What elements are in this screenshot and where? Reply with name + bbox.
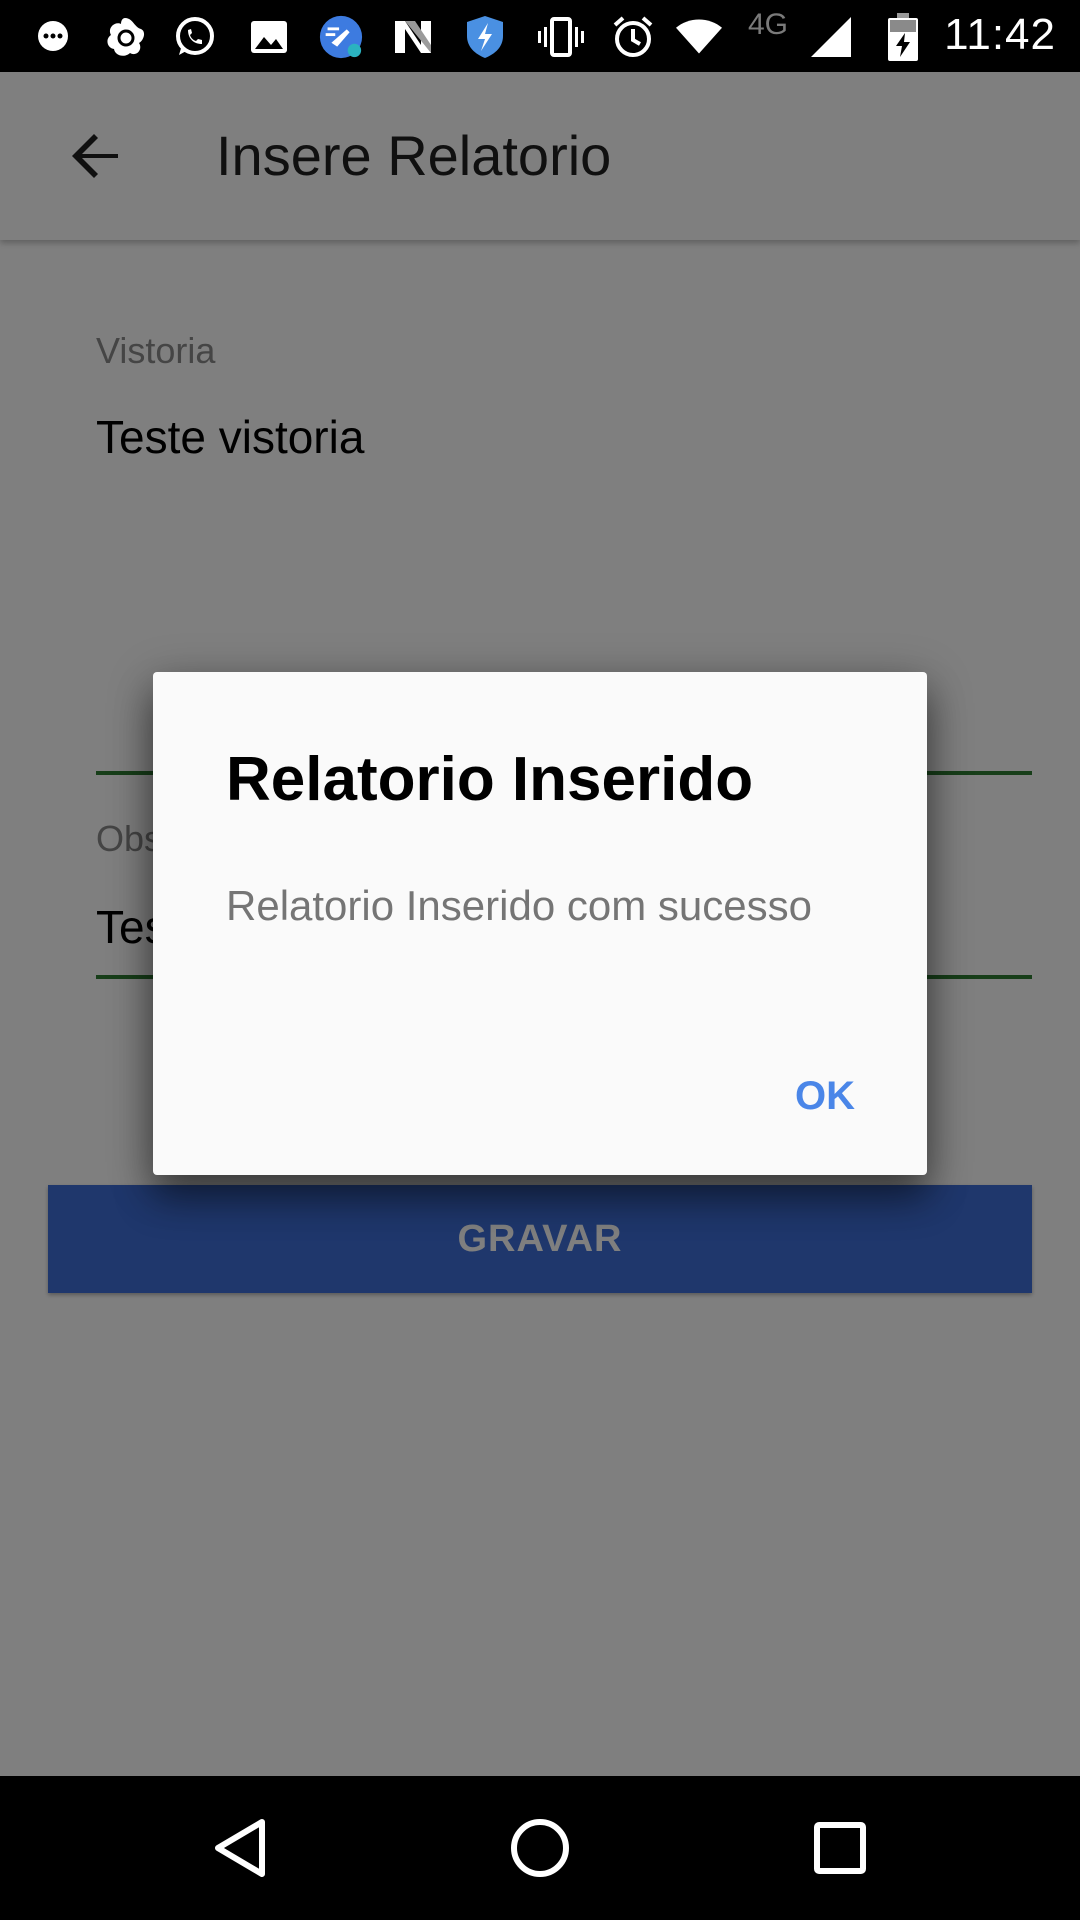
shield-icon (462, 14, 508, 60)
avast-icon (102, 14, 148, 60)
cellular-icon (808, 14, 854, 60)
nav-home-button[interactable] (500, 1808, 580, 1888)
success-dialog: Relatorio Inserido Relatorio Inserido co… (153, 672, 927, 1175)
recents-square-icon (814, 1822, 866, 1874)
nav-recents-button[interactable] (800, 1808, 880, 1888)
status-bar: 4G 11:42 (0, 0, 1080, 72)
dialog-title: Relatorio Inserido (226, 745, 754, 814)
nav-back-button[interactable] (200, 1808, 280, 1888)
ok-button[interactable]: OK (779, 1060, 871, 1132)
alarm-icon (610, 14, 656, 60)
vibrate-icon (538, 14, 584, 60)
gallery-icon (246, 14, 292, 60)
wifi-icon (676, 14, 722, 60)
messenger-icon (30, 14, 76, 60)
n-app-icon (390, 14, 436, 60)
battery-icon (880, 13, 926, 61)
network-type-label: 4G (748, 8, 789, 41)
back-triangle-icon (215, 1819, 265, 1877)
navigation-bar (0, 1776, 1080, 1920)
clock: 11:42 (944, 10, 1056, 59)
screen: 4G 11:42 Insere Relatorio Vistoria Teste… (0, 0, 1080, 1920)
dialog-message: Relatorio Inserido com sucesso (226, 882, 812, 929)
cleaner-icon (318, 14, 364, 60)
home-circle-icon (511, 1819, 569, 1877)
whatsapp-icon (172, 14, 218, 60)
